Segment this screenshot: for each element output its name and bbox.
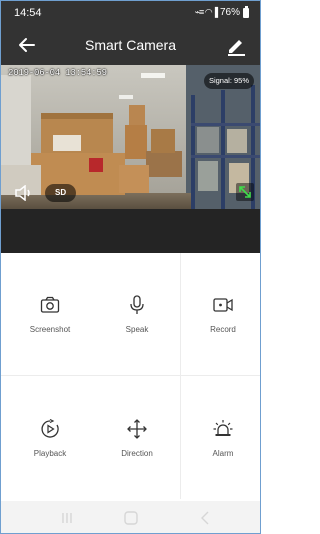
- video-record-icon: [213, 298, 233, 312]
- record-label: Record: [210, 325, 236, 334]
- system-nav-bar: [1, 501, 260, 533]
- speaker-volume-icon[interactable]: [14, 185, 34, 201]
- status-indicators: ⌁≡ ◠▐ 76%: [194, 5, 249, 18]
- direction-button[interactable]: Direction: [94, 377, 180, 497]
- status-time: 14:54: [14, 7, 42, 19]
- home-icon[interactable]: [123, 510, 139, 526]
- battery-percent: 76%: [219, 7, 240, 18]
- status-bar: 14:54 ⌁≡ ◠▐ 76%: [1, 1, 260, 25]
- screenshot-button[interactable]: Screenshot: [7, 253, 93, 373]
- alarm-icon: [213, 420, 233, 436]
- battery-icon: [243, 5, 249, 18]
- direction-icon: [127, 419, 147, 439]
- app-bar: Smart Camera: [1, 25, 260, 65]
- screenshot-label: Screenshot: [29, 325, 71, 334]
- video-timestamp: 2019-06-04 13:54:59: [8, 68, 107, 78]
- playback-icon: [41, 419, 59, 438]
- speak-label: Speak: [125, 325, 149, 334]
- quality-sd-button[interactable]: SD: [45, 184, 77, 202]
- network-status-icon: ⌁≡ ◠▐: [194, 7, 218, 17]
- recent-apps-icon[interactable]: [59, 510, 75, 526]
- app-frame: 14:54 ⌁≡ ◠▐ 76% Smart Camera 2019-06-04 …: [0, 0, 261, 534]
- fullscreen-icon[interactable]: [236, 183, 254, 201]
- microphone-icon: [130, 295, 144, 314]
- direction-label: Direction: [121, 449, 153, 458]
- grid-divider-horizontal: [1, 375, 260, 376]
- camera-video-feed[interactable]: 2019-06-04 13:54:59 Signal: 95% SD: [1, 65, 260, 209]
- signal-strength-badge: Signal: 95%: [203, 73, 254, 89]
- edit-pencil-icon[interactable]: [224, 33, 248, 57]
- playback-label: Playback: [33, 449, 67, 458]
- video-bottom-band: [1, 209, 260, 253]
- alarm-label: Alarm: [212, 449, 234, 458]
- playback-button[interactable]: Playback: [7, 377, 93, 497]
- alarm-button[interactable]: Alarm: [180, 377, 260, 497]
- camera-icon: [40, 296, 60, 313]
- speak-button[interactable]: Speak: [94, 253, 180, 373]
- page-title: Smart Camera: [84, 37, 177, 53]
- back-nav-icon[interactable]: [197, 510, 213, 526]
- record-button[interactable]: Record: [180, 253, 260, 373]
